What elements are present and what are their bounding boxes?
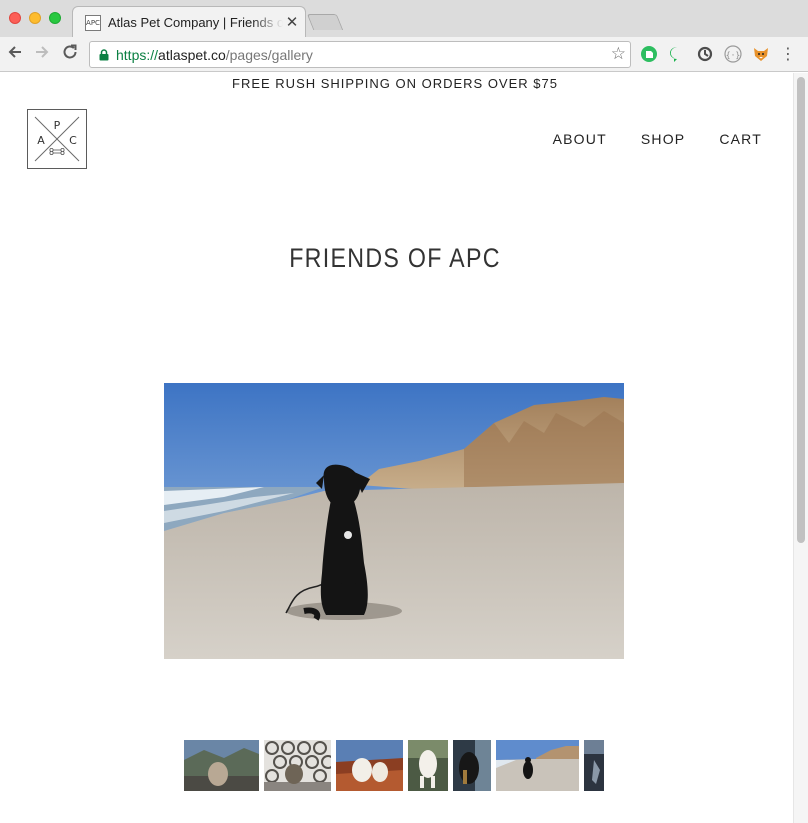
announcement-bar: FREE RUSH SHIPPING ON ORDERS OVER $75	[232, 76, 558, 91]
logo-letter-p: P	[54, 119, 61, 132]
minimize-window-button[interactable]	[29, 12, 41, 24]
svg-text:{·}: {·}	[726, 51, 740, 60]
page-scrollbar[interactable]	[793, 73, 808, 823]
reload-icon[interactable]	[59, 43, 81, 65]
window-titlebar: APC Atlas Pet Company | Friends of APC ✕	[0, 0, 808, 38]
gallery-thumbnail[interactable]	[336, 740, 403, 791]
url-scheme: https://	[116, 47, 159, 63]
url-text[interactable]: https://atlaspet.co/pages/gallery	[116, 47, 313, 63]
gallery-thumbnail[interactable]	[408, 740, 448, 791]
fox-icon[interactable]	[752, 45, 770, 63]
nav-shop-link[interactable]: SHOP	[641, 131, 685, 147]
zoom-window-button[interactable]	[49, 12, 61, 24]
chat-bubble-icon[interactable]	[668, 45, 686, 63]
logo-letter-a: A	[37, 134, 45, 147]
gallery-thumbnail[interactable]	[264, 740, 331, 791]
tab-title: Atlas Pet Company | Friends of APC	[108, 15, 283, 30]
browser-tab[interactable]: APC Atlas Pet Company | Friends of APC ✕	[72, 6, 306, 38]
apc-logo-icon: P A C	[34, 116, 80, 162]
url-path: /pages/gallery	[225, 47, 313, 63]
gallery-thumbnail[interactable]	[584, 740, 604, 791]
browser-menu-icon[interactable]: ⋮	[780, 44, 796, 64]
code-brackets-icon[interactable]: {·}	[724, 45, 742, 63]
lock-icon	[99, 49, 109, 61]
logo-letter-c: C	[69, 134, 77, 147]
gallery-thumbnail[interactable]	[496, 740, 579, 791]
new-tab-button[interactable]	[306, 14, 344, 30]
page-viewport: FREE RUSH SHIPPING ON ORDERS OVER $75 P …	[0, 73, 808, 823]
bone-icon	[49, 148, 65, 156]
back-arrow-icon[interactable]	[4, 43, 26, 65]
tab-close-icon[interactable]: ✕	[284, 13, 300, 31]
url-host: atlaspet.co	[158, 47, 226, 63]
sync-icon[interactable]	[696, 45, 714, 63]
page-title: FRIENDS OF APC	[289, 243, 501, 273]
forward-arrow-icon[interactable]	[31, 43, 53, 65]
gallery-thumbnail[interactable]	[184, 740, 259, 791]
main-nav: ABOUT SHOP CART	[553, 131, 762, 147]
bookmark-star-icon[interactable]: ☆	[611, 44, 626, 64]
browser-toolbar: https://atlaspet.co/pages/gallery ☆ {·} …	[0, 37, 808, 72]
gallery-main-image[interactable]	[164, 383, 624, 659]
nav-about-link[interactable]: ABOUT	[553, 131, 607, 147]
gallery-thumbnail[interactable]	[453, 740, 491, 791]
scrollbar-thumb[interactable]	[797, 77, 805, 543]
site-favicon-icon: APC	[85, 15, 101, 31]
close-window-button[interactable]	[9, 12, 21, 24]
site-logo[interactable]: P A C	[27, 109, 87, 169]
evernote-icon[interactable]	[640, 45, 658, 63]
nav-cart-link[interactable]: CART	[719, 131, 762, 147]
address-bar[interactable]: https://atlaspet.co/pages/gallery ☆	[89, 41, 631, 68]
